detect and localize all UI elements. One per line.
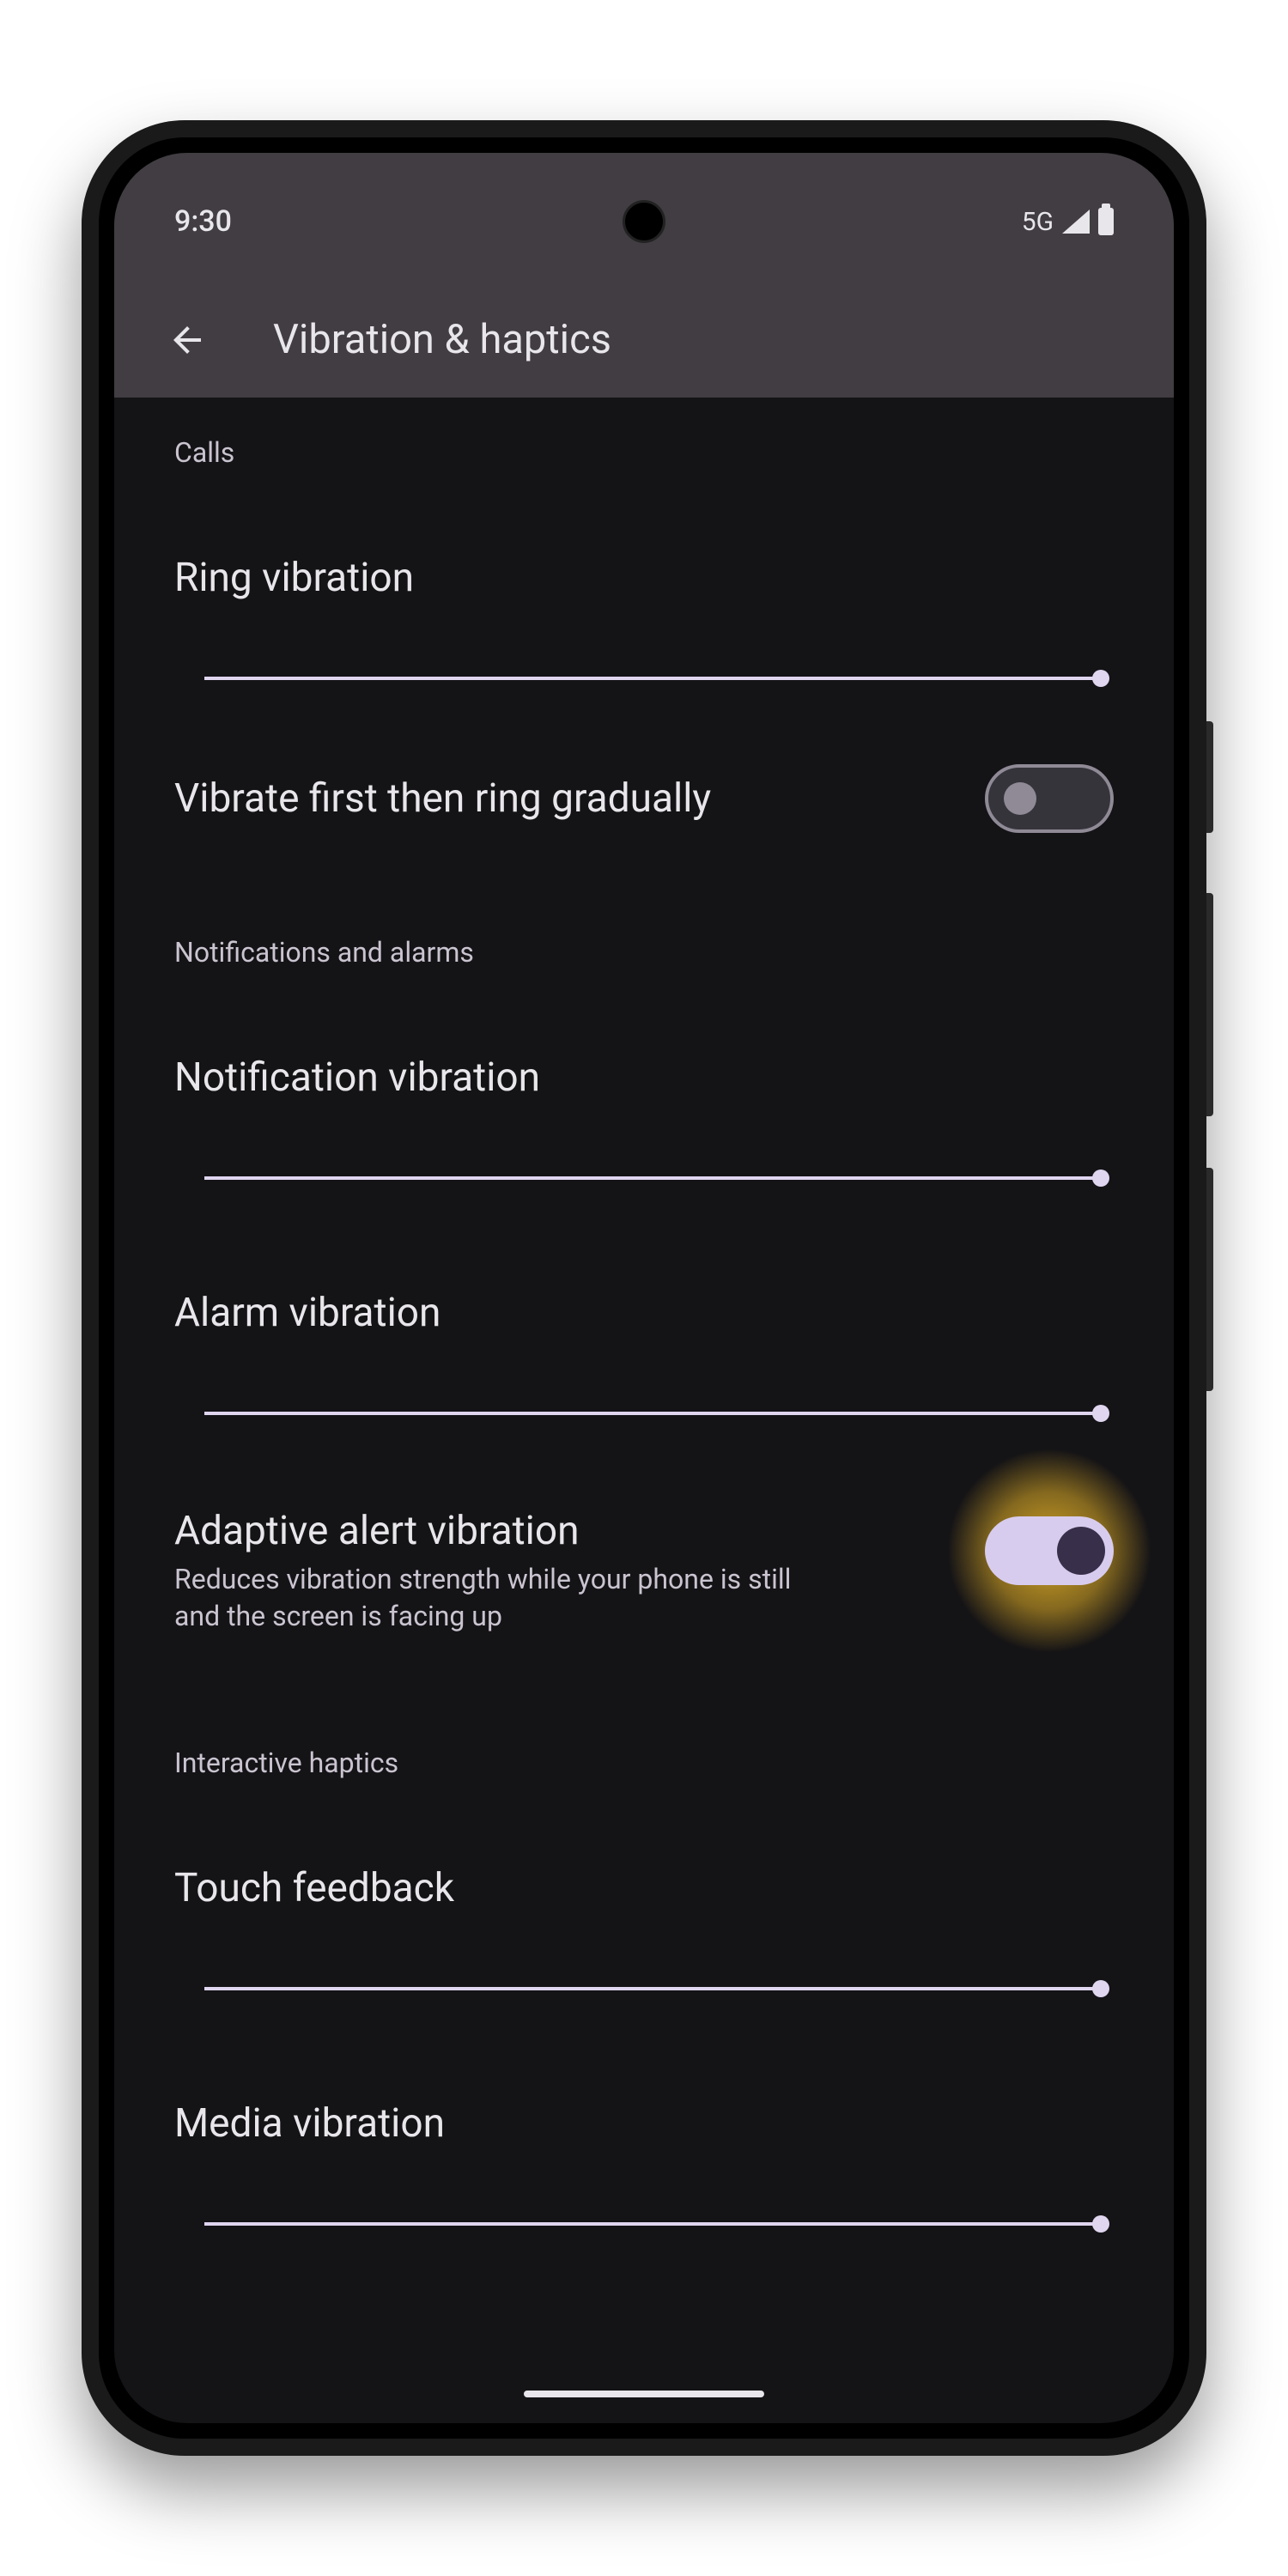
adaptive-alert-toggle[interactable] — [985, 1516, 1114, 1585]
notification-vibration-slider[interactable] — [204, 1170, 1101, 1187]
slider-track — [204, 1412, 1101, 1415]
media-vibration-label: Media vibration — [174, 1997, 1114, 2155]
highlight-glow — [985, 1516, 1114, 1585]
power-button[interactable] — [1206, 721, 1213, 833]
notification-vibration-label: Notification vibration — [174, 986, 1114, 1109]
slider-thumb[interactable] — [1092, 1980, 1109, 1997]
battery-icon — [1098, 208, 1114, 235]
media-vibration-slider[interactable] — [204, 2215, 1101, 2233]
phone-inner: 9:30 5G Vibration & haptics Calls Ring v… — [99, 137, 1189, 2439]
back-arrow-icon — [167, 319, 208, 361]
volume-up-button[interactable] — [1206, 893, 1213, 1116]
slider-thumb[interactable] — [1092, 1170, 1109, 1187]
vibrate-first-row[interactable]: Vibrate first then ring gradually — [174, 687, 1114, 833]
slider-thumb[interactable] — [1092, 1405, 1109, 1422]
adaptive-alert-row[interactable]: Adaptive alert vibration Reduces vibrati… — [174, 1422, 1114, 1635]
back-button[interactable] — [161, 314, 213, 366]
home-indicator[interactable] — [524, 2391, 764, 2397]
app-bar: Vibration & haptics — [114, 282, 1174, 398]
alarm-vibration-label: Alarm vibration — [174, 1187, 1114, 1345]
status-icons: 5G — [1022, 207, 1114, 237]
ring-vibration-slider[interactable] — [204, 670, 1101, 687]
phone-frame: 9:30 5G Vibration & haptics Calls Ring v… — [82, 120, 1206, 2456]
touch-feedback-slider[interactable] — [204, 1980, 1101, 1997]
alarm-vibration-slider[interactable] — [204, 1405, 1101, 1422]
slider-thumb[interactable] — [1092, 670, 1109, 687]
volume-down-button[interactable] — [1206, 1168, 1213, 1391]
section-interactive-header: Interactive haptics — [174, 1635, 1114, 1796]
status-time: 9:30 — [174, 204, 232, 239]
page-title: Vibration & haptics — [273, 316, 611, 363]
vibrate-first-toggle[interactable] — [985, 764, 1114, 833]
slider-track — [204, 2222, 1101, 2226]
slider-track — [204, 1176, 1101, 1180]
camera-notch — [623, 200, 665, 243]
signal-icon — [1062, 210, 1090, 234]
slider-track — [204, 677, 1101, 680]
network-label: 5G — [1022, 207, 1054, 237]
ring-vibration-label: Ring vibration — [174, 486, 1114, 610]
slider-track — [204, 1987, 1101, 1990]
section-notifications-header: Notifications and alarms — [174, 833, 1114, 986]
content: Calls Ring vibration Vibrate first then … — [114, 398, 1174, 2233]
toggle-knob — [1004, 782, 1036, 815]
slider-thumb[interactable] — [1092, 2215, 1109, 2233]
adaptive-alert-subtitle: Reduces vibration strength while your ph… — [174, 1561, 985, 1635]
vibrate-first-label: Vibrate first then ring gradually — [174, 775, 985, 822]
touch-feedback-label: Touch feedback — [174, 1796, 1114, 1920]
adaptive-alert-label: Adaptive alert vibration — [174, 1508, 985, 1561]
toggle-knob — [1057, 1527, 1105, 1575]
section-calls-header: Calls — [174, 398, 1114, 486]
screen: 9:30 5G Vibration & haptics Calls Ring v… — [114, 153, 1174, 2423]
